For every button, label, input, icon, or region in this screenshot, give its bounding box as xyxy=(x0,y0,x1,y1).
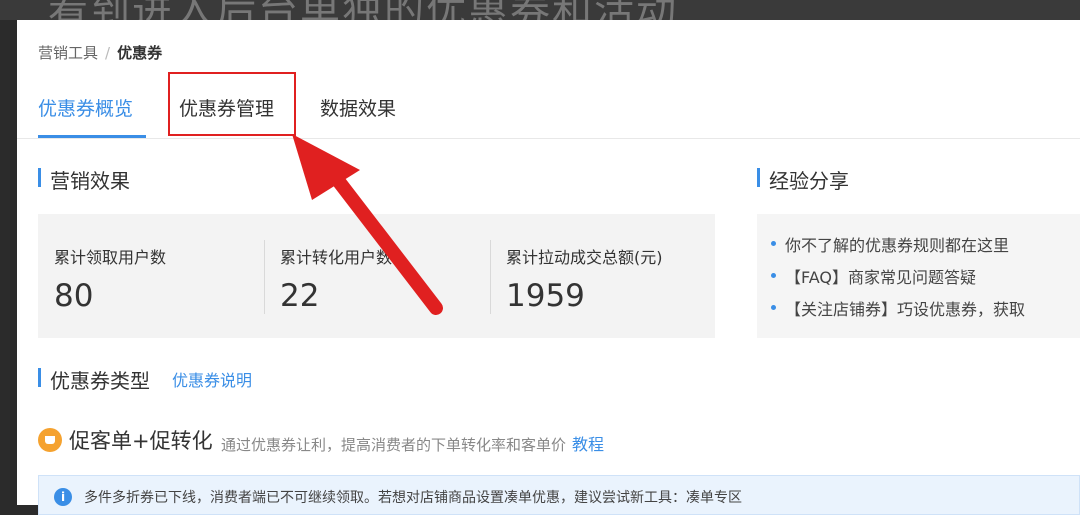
tutorial-link[interactable]: 教程 xyxy=(572,435,604,454)
stat-total-sales: 累计拉动成交总额(元) 1959 xyxy=(490,214,715,338)
stat-label: 累计领取用户数 xyxy=(54,248,167,267)
breadcrumb-current: 优惠券 xyxy=(117,44,163,62)
tab-data-effect[interactable]: 数据效果 xyxy=(320,94,396,121)
tab-coupon-overview[interactable]: 优惠券概览 xyxy=(38,94,133,121)
experience-share-panel: 你不了解的优惠券规则都在这里 【FAQ】商家常见问题答疑 【关注店铺券】巧设优惠… xyxy=(757,214,1080,338)
info-icon: i xyxy=(54,488,72,506)
stat-value: 80 xyxy=(54,278,94,314)
experience-link-coupon-rules[interactable]: 你不了解的优惠券规则都在这里 xyxy=(770,232,1009,256)
content-card: 营销工具 / 优惠券 优惠券概览 优惠券管理 数据效果 营销效果 累计领取用户数 8… xyxy=(17,20,1080,515)
promo-title: 促客单+促转化 xyxy=(69,429,213,453)
notice-banner: i 多件多折券已下线，消费者端已不可继续领取。若想对店铺商品设置凑单优惠，建议尝… xyxy=(38,475,1080,515)
promo-description: 通过优惠券让利，提高消费者的下单转化率和客单价 xyxy=(221,436,567,454)
stat-value: 22 xyxy=(280,278,320,314)
stat-label: 累计转化用户数 xyxy=(280,248,393,267)
annotation-highlight-box xyxy=(168,72,296,136)
marketing-stats-panel: 累计领取用户数 80 累计转化用户数 22 累计拉动成交总额(元) 1959 xyxy=(38,214,715,338)
notice-text: 多件多折券已下线，消费者端已不可继续领取。若想对店铺商品设置凑单优惠，建议尝试新… xyxy=(84,490,742,506)
shopping-bag-icon xyxy=(38,428,62,452)
stat-label: 累计拉动成交总额(元) xyxy=(506,248,663,267)
breadcrumb-separator: / xyxy=(105,44,111,62)
coupon-explanation-link[interactable]: 优惠券说明 xyxy=(172,367,252,391)
promo-description-line: 通过优惠券让利，提高消费者的下单转化率和客单价 教程 xyxy=(221,431,604,455)
marketing-effect-title: 营销效果 xyxy=(38,165,130,194)
stat-converted-users: 累计转化用户数 22 xyxy=(264,214,489,338)
video-caption-overlay: 看到进入后台单独的优惠券和活动 xyxy=(0,0,1080,20)
experience-link-faq[interactable]: 【FAQ】商家常见问题答疑 xyxy=(771,264,976,288)
experience-share-title: 经验分享 xyxy=(757,165,849,194)
breadcrumb-marketing-tools[interactable]: 营销工具 xyxy=(38,44,98,62)
coupon-page: 营销工具 / 优惠券 优惠券概览 优惠券管理 数据效果 营销效果 累计领取用户数 8… xyxy=(17,20,1080,515)
coupon-types-title: 优惠券类型 xyxy=(38,365,150,394)
stat-value: 1959 xyxy=(506,278,585,314)
experience-link-shop-coupon[interactable]: 【关注店铺券】巧设优惠券，获取 xyxy=(770,296,1025,320)
active-tab-underline xyxy=(38,135,146,138)
breadcrumb: 营销工具 / 优惠券 xyxy=(38,42,162,63)
caption-text: 看到进入后台单独的优惠券和活动 xyxy=(48,0,678,20)
stat-received-users: 累计领取用户数 80 xyxy=(38,214,263,338)
